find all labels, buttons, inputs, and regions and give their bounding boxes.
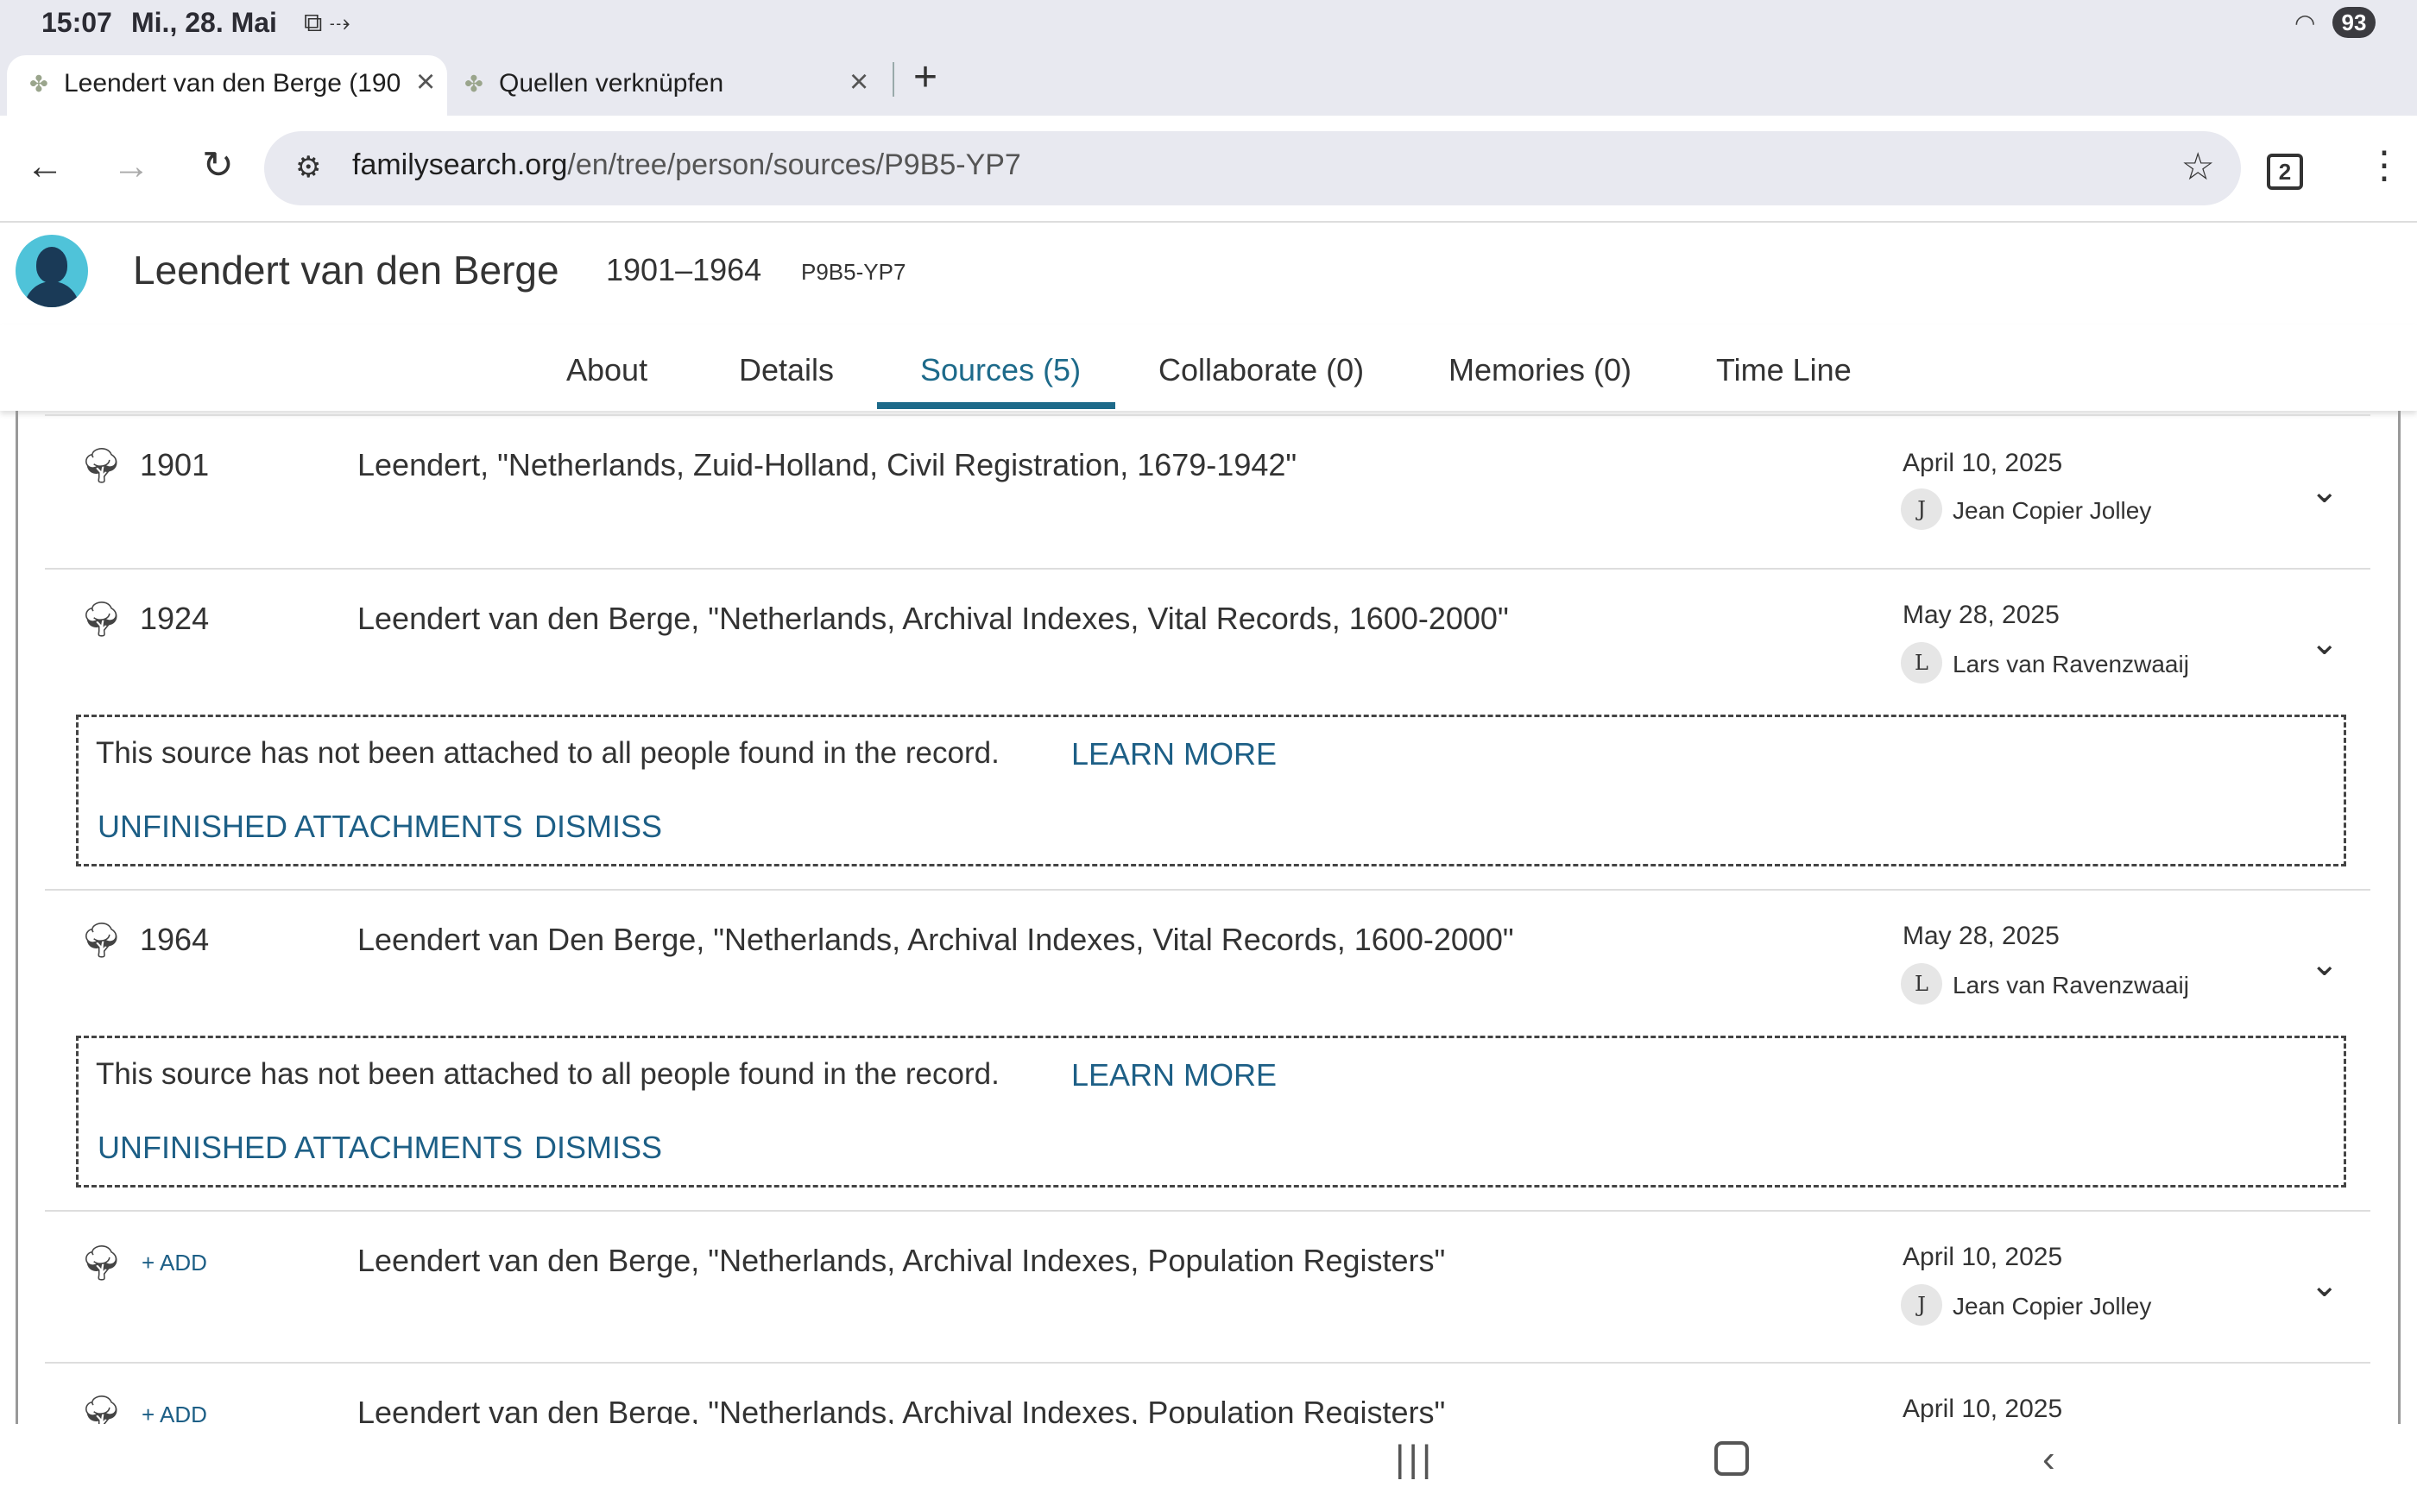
add-year-button[interactable]: + ADD xyxy=(142,1250,207,1276)
notice-message: This source has not been attached to all… xyxy=(96,1057,1000,1091)
favicon-icon: ✤ xyxy=(29,71,48,97)
source-title[interactable]: Leendert, "Netherlands, Zuid-Holland, Ci… xyxy=(357,447,1297,483)
row-divider xyxy=(45,568,2370,570)
address-bar[interactable]: ⚙ familysearch.org/en/tree/person/source… xyxy=(264,131,2241,205)
row-divider xyxy=(45,889,2370,891)
tab-timeline[interactable]: Time Line xyxy=(1716,352,1852,388)
source-year: 1924 xyxy=(140,601,210,636)
tab-divider xyxy=(893,62,894,97)
source-title[interactable]: Leendert van den Berge, "Netherlands, Ar… xyxy=(357,1395,1445,1424)
back-nav-icon[interactable]: ‹ xyxy=(2042,1438,2055,1481)
favicon-icon: ✤ xyxy=(464,71,483,97)
tab-sources[interactable]: Sources (5) xyxy=(920,352,1081,388)
chevron-down-icon[interactable]: ⌄ xyxy=(2310,944,2339,984)
contributor-avatar: L xyxy=(1901,642,1942,684)
content-border xyxy=(2398,411,2401,1424)
dismiss-button[interactable]: DISMISS xyxy=(534,1130,662,1166)
person-lifespan: 1901–1964 xyxy=(606,252,762,287)
source-date: May 28, 2025 xyxy=(1903,601,2060,629)
url-text: familysearch.org/en/tree/person/sources/… xyxy=(352,148,1021,182)
contributor-avatar: J xyxy=(1901,488,1942,530)
unattached-notice: This source has not been attached to all… xyxy=(76,715,2346,866)
learn-more-link[interactable]: LEARN MORE xyxy=(1071,1057,1277,1093)
browser-tab-strip: ✤ Leendert van den Berge (190 × ✤ Quelle… xyxy=(0,47,2417,116)
dismiss-button[interactable]: DISMISS xyxy=(534,809,662,845)
status-bar: 15:07 Mi., 28. Mai ⧉ ⇢ ◠ 93 xyxy=(0,0,2417,47)
wifi-icon: ◠ xyxy=(2294,9,2316,36)
source-row-partial: 🌳︎ + ADD Leendert van den Berge, "Nether… xyxy=(0,1372,2417,1424)
source-date: April 10, 2025 xyxy=(1903,1243,2063,1271)
chevron-down-icon[interactable]: ⌄ xyxy=(2310,471,2339,511)
close-icon[interactable]: × xyxy=(849,64,868,101)
source-year: 1964 xyxy=(140,922,210,957)
active-tab-indicator xyxy=(877,402,1115,409)
contributor-name[interactable]: Jean Copier Jolley xyxy=(1953,497,2151,525)
reload-icon[interactable]: ↻ xyxy=(202,143,234,187)
avatar[interactable] xyxy=(16,235,88,307)
add-year-button[interactable]: + ADD xyxy=(142,1402,207,1424)
tree-icon: 🌳︎ xyxy=(79,601,123,639)
row-divider xyxy=(45,1362,2370,1364)
person-name: Leendert van den Berge xyxy=(133,248,559,293)
tree-icon: 🌳︎ xyxy=(79,1395,123,1424)
battery-level: 93 xyxy=(2332,7,2376,38)
unattached-notice: This source has not been attached to all… xyxy=(76,1036,2346,1188)
learn-more-link[interactable]: LEARN MORE xyxy=(1071,736,1277,772)
source-title[interactable]: Leendert van den Berge, "Netherlands, Ar… xyxy=(357,1243,1445,1279)
contributor-avatar: J xyxy=(1901,1284,1942,1326)
source-date: April 10, 2025 xyxy=(1903,1395,2063,1423)
browser-tab-title: Quellen verknüpfen xyxy=(499,69,724,98)
contributor-name[interactable]: Lars van Ravenzwaaij xyxy=(1953,972,2189,999)
url-host: familysearch.org xyxy=(352,148,568,181)
screenshot-icon: ⧉ ⇢ xyxy=(304,9,350,37)
tree-icon: 🌳︎ xyxy=(79,1244,123,1282)
person-id: P9B5-YP7 xyxy=(801,259,906,285)
source-title[interactable]: Leendert van den Berge, "Netherlands, Ar… xyxy=(357,601,1509,637)
source-title[interactable]: Leendert van Den Berge, "Netherlands, Ar… xyxy=(357,922,1514,958)
tab-memories[interactable]: Memories (0) xyxy=(1448,352,1631,388)
recent-apps-icon[interactable]: ||| xyxy=(1395,1438,1435,1481)
tab-details[interactable]: Details xyxy=(739,352,834,388)
source-year: 1901 xyxy=(140,447,210,482)
tree-icon: 🌳︎ xyxy=(79,447,123,485)
new-tab-icon[interactable]: + xyxy=(913,54,937,101)
chevron-down-icon[interactable]: ⌄ xyxy=(2310,1265,2339,1305)
contributor-name[interactable]: Jean Copier Jolley xyxy=(1953,1293,2151,1320)
tab-about[interactable]: About xyxy=(566,352,647,388)
notice-message: This source has not been attached to all… xyxy=(96,736,1000,770)
status-date: Mi., 28. Mai xyxy=(131,7,277,38)
row-divider xyxy=(45,1210,2370,1212)
browser-tab-active[interactable]: ✤ Leendert van den Berge (190 × xyxy=(7,55,447,116)
close-icon[interactable]: × xyxy=(416,64,435,101)
forward-arrow-icon[interactable]: → xyxy=(112,145,150,188)
tab-switcher-button[interactable]: 2 xyxy=(2267,154,2303,190)
chevron-down-icon[interactable]: ⌄ xyxy=(2310,623,2339,663)
browser-tab-title: Leendert van den Berge (190 xyxy=(64,69,401,98)
site-settings-icon[interactable]: ⚙ xyxy=(295,150,321,185)
source-date: May 28, 2025 xyxy=(1903,922,2060,950)
contributor-avatar: L xyxy=(1901,963,1942,1005)
row-divider xyxy=(45,414,2370,416)
status-time: 15:07 xyxy=(41,7,112,38)
content-border xyxy=(16,411,18,1424)
more-menu-icon[interactable]: ⋮ xyxy=(2365,143,2403,187)
tab-collaborate[interactable]: Collaborate (0) xyxy=(1158,352,1364,388)
unfinished-attachments-button[interactable]: UNFINISHED ATTACHMENTS xyxy=(98,809,523,845)
browser-tab[interactable]: ✤ Quellen verknüpfen × xyxy=(442,55,882,116)
contributor-name[interactable]: Lars van Ravenzwaaij xyxy=(1953,651,2189,678)
home-icon[interactable] xyxy=(1714,1441,1749,1476)
url-path: /en/tree/person/sources/P9B5-YP7 xyxy=(567,148,1021,181)
source-date: April 10, 2025 xyxy=(1903,449,2063,477)
tree-icon: 🌳︎ xyxy=(79,922,123,960)
back-arrow-icon[interactable]: ← xyxy=(26,145,64,188)
bookmark-star-icon[interactable]: ☆ xyxy=(2181,145,2215,189)
unfinished-attachments-button[interactable]: UNFINISHED ATTACHMENTS xyxy=(98,1130,523,1166)
